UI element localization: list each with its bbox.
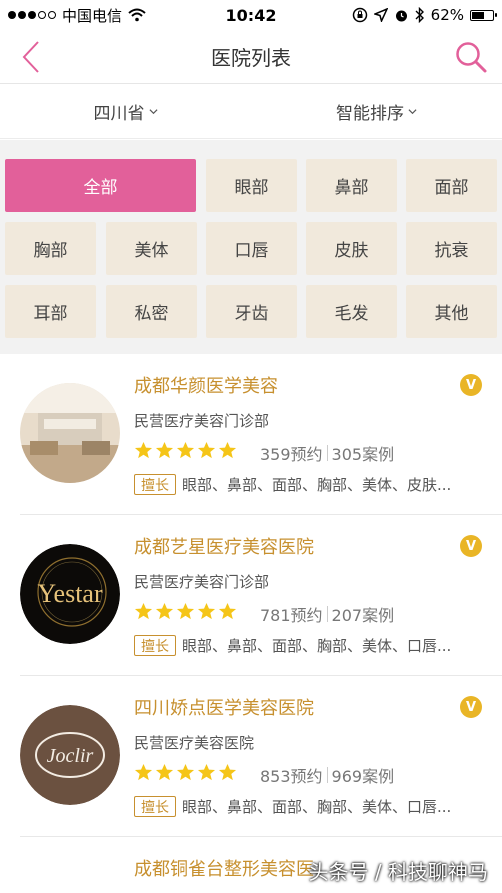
carrier-group: 中国电信	[8, 5, 146, 26]
location-icon	[373, 8, 388, 22]
hospital-name: 成都铜雀台整形美容医	[134, 859, 314, 880]
chevron-down-icon	[148, 109, 158, 115]
region-filter-label: 四川省	[93, 104, 145, 124]
hospital-item[interactable]: 成都华颜医学美容 V 民营医疗美容门诊部 359预约 305案例 擅长 眼部、鼻…	[20, 354, 502, 515]
star-icon	[134, 602, 153, 620]
rotation-lock-icon	[352, 7, 367, 23]
alarm-icon	[395, 10, 407, 21]
page-title: 医院列表	[211, 46, 291, 70]
divider	[326, 606, 328, 622]
sort-filter[interactable]: 智能排序	[251, 99, 502, 124]
star-icon	[197, 602, 216, 620]
category-grid: 全部 眼部 鼻部 面部 胸部 美体 口唇 皮肤 抗衰 耳部 私密 牙齿 毛发 其…	[0, 140, 502, 354]
hospital-logo: Yestar	[20, 544, 120, 644]
hospital-stats: 781预约 207案例	[260, 602, 394, 626]
star-icon	[155, 441, 174, 459]
chevron-left-icon[interactable]	[16, 38, 46, 76]
watermark: 头条号 / 科技聊神马	[308, 860, 488, 884]
appointment-count: 781预约	[260, 606, 323, 625]
category-teeth[interactable]: 牙齿	[206, 285, 297, 338]
case-count: 305案例	[331, 445, 395, 464]
carrier-name: 中国电信	[62, 6, 123, 25]
hospital-name: 成都艺星医疗美容医院	[134, 537, 314, 558]
search-icon[interactable]	[454, 40, 488, 74]
hospital-item[interactable]: Yestar 成都艺星医疗美容医院 V 民营医疗美容门诊部 781预约 207案…	[20, 515, 502, 676]
star-rating	[134, 441, 237, 460]
category-chest[interactable]: 胸部	[5, 222, 96, 275]
star-icon	[197, 763, 216, 781]
chevron-down-icon	[408, 109, 417, 115]
category-eyes[interactable]: 眼部	[206, 159, 297, 212]
hospital-logo	[20, 879, 120, 893]
filter-bar: 四川省 智能排序	[0, 85, 502, 139]
logo-wordmark: Joclir	[47, 745, 94, 767]
sort-filter-label: 智能排序	[336, 104, 404, 124]
category-private[interactable]: 私密	[106, 285, 197, 338]
verified-badge-icon: V	[460, 374, 482, 396]
hospital-name: 四川娇点医学美容医院	[134, 698, 314, 719]
star-icon	[134, 441, 153, 459]
logo-wordmark: Yestar	[37, 579, 103, 608]
verified-badge-icon: V	[460, 696, 482, 718]
status-bar: 中国电信 10:42 62%	[0, 0, 502, 30]
star-icon	[155, 763, 174, 781]
hospital-item[interactable]: Joclir 四川娇点医学美容医院 V 民营医疗美容医院 853预约 969案例…	[20, 676, 502, 837]
battery-icon	[470, 9, 497, 21]
hospital-logo	[20, 383, 120, 483]
star-icon	[218, 441, 237, 459]
hospital-type: 民营医疗美容门诊部	[134, 573, 270, 591]
bluetooth-icon	[415, 7, 424, 23]
appointment-count: 359预约	[260, 445, 323, 464]
case-count: 969案例	[331, 767, 395, 786]
case-count: 207案例	[331, 606, 395, 625]
specialty-list: 眼部、鼻部、面部、胸部、美体、口唇...	[182, 798, 452, 816]
star-icon	[197, 441, 216, 459]
category-nose[interactable]: 鼻部	[306, 159, 397, 212]
category-skin[interactable]: 皮肤	[306, 222, 397, 275]
divider	[326, 445, 328, 461]
specialties: 擅长 眼部、鼻部、面部、胸部、美体、口唇...	[134, 635, 494, 656]
category-all[interactable]: 全部	[5, 159, 196, 212]
hospital-stats: 359预约 305案例	[260, 441, 394, 465]
hospital-logo: Joclir	[20, 705, 120, 805]
wifi-icon	[128, 8, 146, 22]
hospital-type: 民营医疗美容医院	[134, 734, 255, 752]
navigation-bar: 医院列表	[0, 30, 502, 84]
category-ears[interactable]: 耳部	[5, 285, 96, 338]
verified-badge-icon: V	[460, 535, 482, 557]
specialty-tag: 擅长	[134, 796, 176, 817]
divider	[326, 767, 328, 783]
category-lips[interactable]: 口唇	[206, 222, 297, 275]
specialty-list: 眼部、鼻部、面部、胸部、美体、皮肤...	[182, 476, 452, 494]
battery-percent: 62%	[430, 6, 464, 24]
category-anti-aging[interactable]: 抗衰	[406, 222, 497, 275]
status-icons: 62%	[352, 6, 497, 24]
specialty-tag: 擅长	[134, 635, 176, 656]
star-icon	[134, 763, 153, 781]
region-filter[interactable]: 四川省	[0, 99, 251, 124]
hospital-type: 民营医疗美容门诊部	[134, 412, 270, 430]
category-hair[interactable]: 毛发	[306, 285, 397, 338]
hospital-stats: 853预约 969案例	[260, 763, 394, 787]
star-rating	[134, 763, 237, 782]
category-other[interactable]: 其他	[406, 285, 497, 338]
star-icon	[218, 763, 237, 781]
star-icon	[155, 602, 174, 620]
star-rating	[134, 602, 237, 621]
hospital-list: 成都华颜医学美容 V 民营医疗美容门诊部 359预约 305案例 擅长 眼部、鼻…	[0, 354, 502, 893]
appointment-count: 853预约	[260, 767, 323, 786]
specialties: 擅长 眼部、鼻部、面部、胸部、美体、口唇...	[134, 796, 494, 817]
star-icon	[176, 763, 195, 781]
specialty-list: 眼部、鼻部、面部、胸部、美体、口唇...	[182, 637, 452, 655]
signal-strength-icon	[8, 11, 56, 19]
specialty-tag: 擅长	[134, 474, 176, 495]
star-icon	[176, 602, 195, 620]
star-icon	[176, 441, 195, 459]
star-icon	[218, 602, 237, 620]
hospital-name: 成都华颜医学美容	[134, 376, 278, 397]
category-face[interactable]: 面部	[406, 159, 497, 212]
category-body[interactable]: 美体	[106, 222, 197, 275]
specialties: 擅长 眼部、鼻部、面部、胸部、美体、皮肤...	[134, 474, 494, 495]
